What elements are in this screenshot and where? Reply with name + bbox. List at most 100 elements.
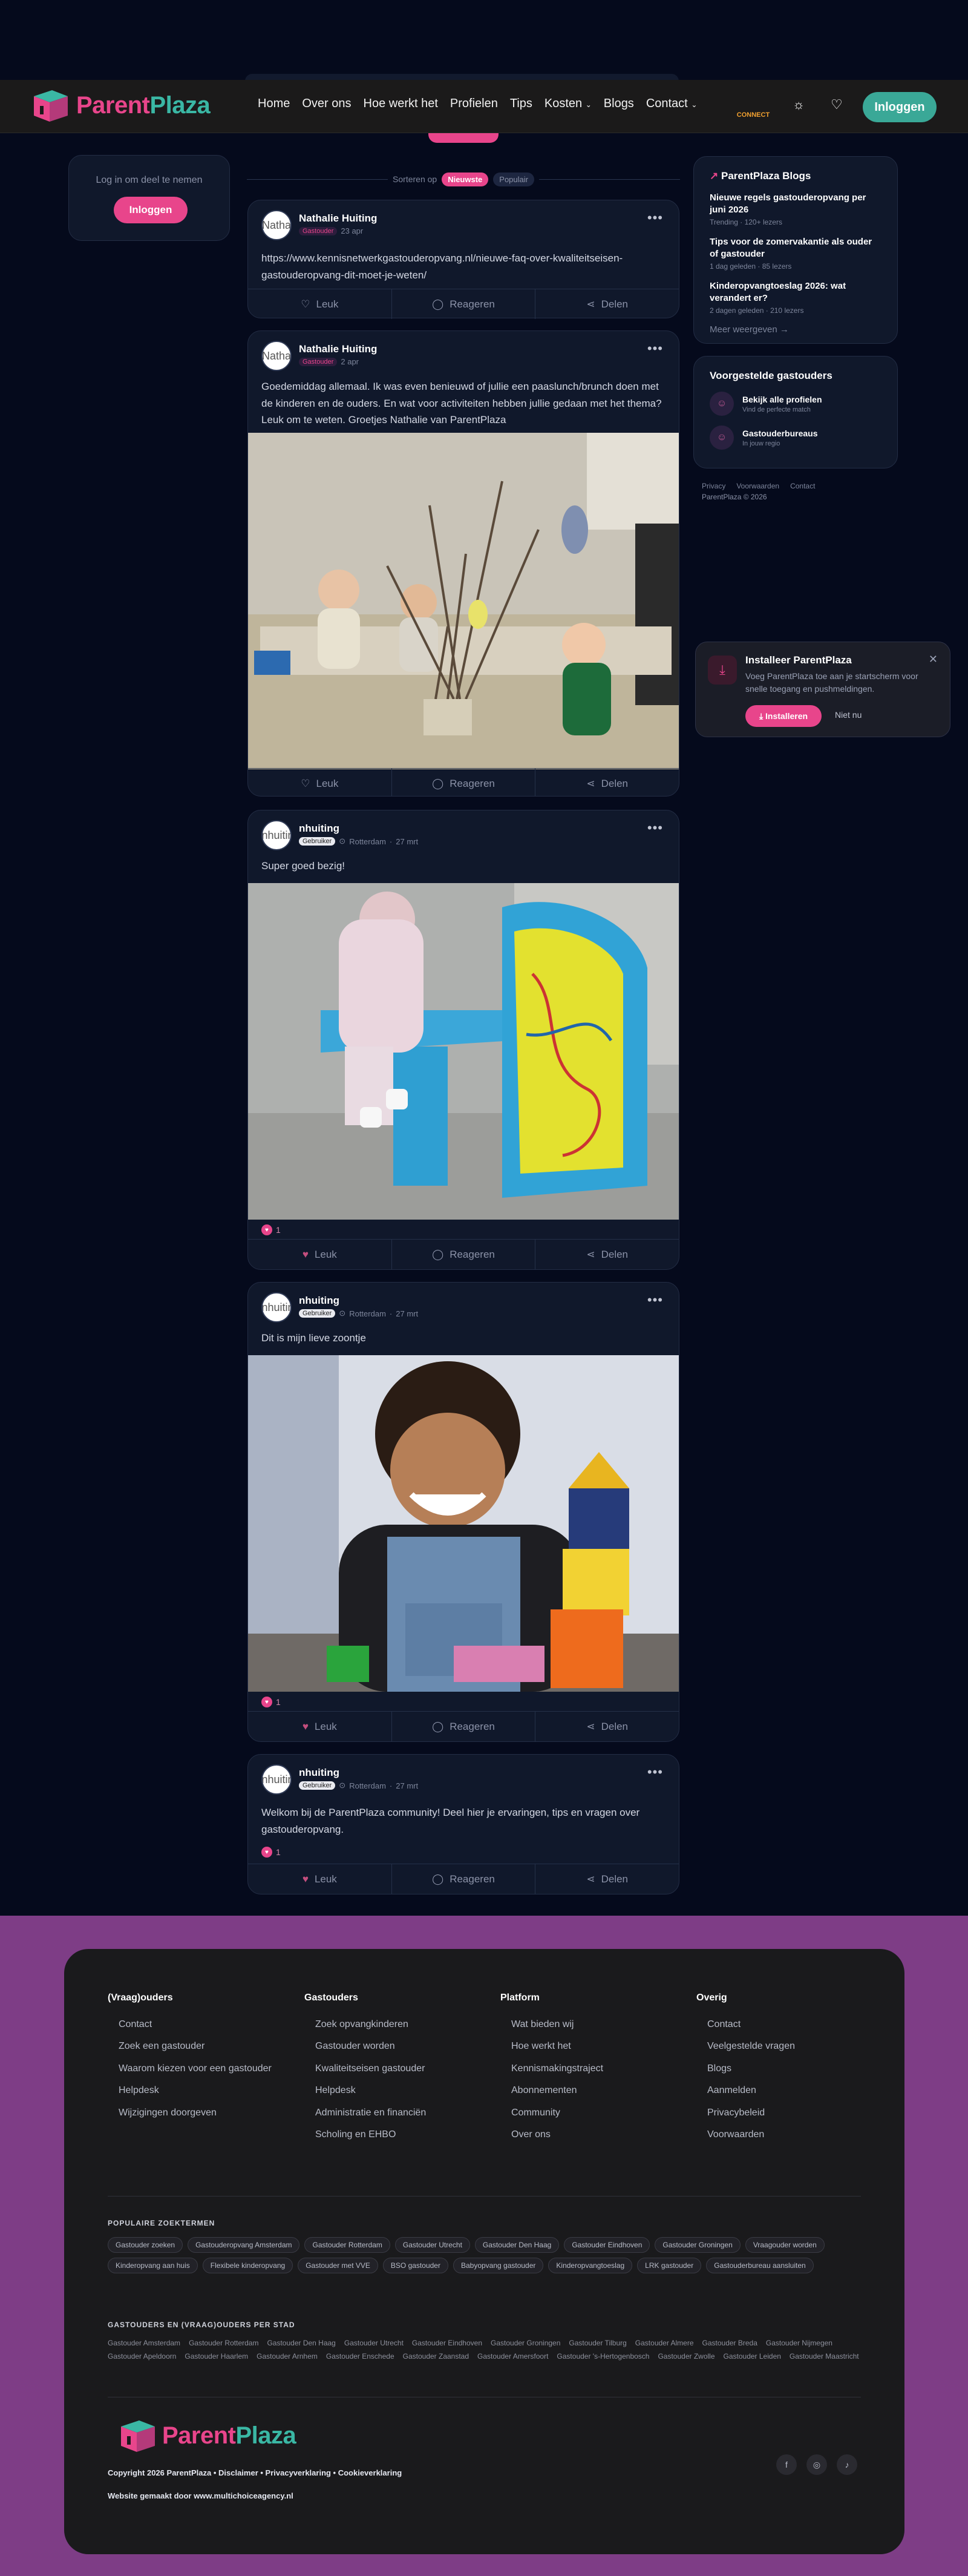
footer-link[interactable]: Scholing en EHBO — [304, 2128, 474, 2141]
nav-over-ons[interactable]: Over ons — [302, 97, 351, 111]
city-link[interactable]: Gastouder Nijmegen — [766, 2339, 832, 2347]
share-button[interactable]: ⋖ Delen — [535, 1712, 679, 1741]
reply-button[interactable]: ◯ Reageren — [392, 1864, 536, 1894]
avatar[interactable]: nhuitir — [261, 820, 292, 850]
search-tag[interactable]: Babyopvang gastouder — [453, 2258, 544, 2273]
search-tag[interactable]: Vraagouder worden — [745, 2237, 825, 2253]
tiktok-icon[interactable]: ♪ — [837, 2454, 857, 2475]
post-author[interactable]: nhuiting — [299, 1767, 418, 1779]
avatar[interactable]: Natha — [261, 341, 292, 371]
like-button[interactable]: ♡ Leuk — [248, 289, 392, 319]
sort-popular[interactable]: Populair — [493, 172, 534, 186]
footer-link[interactable]: Community — [500, 2106, 670, 2120]
logo[interactable]: ParentPlaza — [31, 88, 211, 123]
more-blogs-link[interactable]: Meer weergeven → — [710, 324, 881, 335]
post-photo[interactable] — [248, 433, 679, 769]
search-tag[interactable]: Gastouder met VVE — [298, 2258, 378, 2273]
search-tag[interactable]: Kinderopvangtoeslag — [548, 2258, 633, 2273]
footer-link[interactable]: Contact — [696, 2018, 866, 2031]
post-text[interactable]: Goedemiddag allemaal. Ik was even benieu… — [261, 378, 666, 429]
footer-link[interactable]: Voorwaarden — [696, 2128, 866, 2141]
search-tag[interactable]: Kinderopvang aan huis — [108, 2258, 198, 2273]
post-author[interactable]: nhuiting — [299, 823, 418, 835]
footer-link[interactable]: Wijzigingen doorgeven — [108, 2106, 277, 2120]
avatar[interactable]: nhuitir — [261, 1764, 292, 1795]
post-author[interactable]: Nathalie Huiting — [299, 343, 377, 355]
blog-item[interactable]: Tips voor de zomervakantie als ouder of … — [710, 236, 881, 271]
reply-button[interactable]: ◯ Reageren — [392, 289, 536, 319]
sun-icon[interactable]: ☼ — [793, 97, 805, 113]
city-link[interactable]: Gastouder Haarlem — [185, 2352, 248, 2361]
post-photo[interactable] — [248, 1355, 679, 1692]
post-text[interactable]: Dit is mijn lieve zoontje — [261, 1330, 666, 1347]
footer-madeby[interactable]: Website gemaakt door www.multichoiceagen… — [108, 2491, 293, 2500]
footer-link[interactable]: Blogs — [696, 2062, 866, 2075]
footer-link[interactable]: Kennismakingstraject — [500, 2062, 670, 2075]
footer-link[interactable]: Wat bieden wij — [500, 2018, 670, 2031]
city-link[interactable]: Gastouder Apeldoorn — [108, 2352, 176, 2361]
city-link[interactable]: Gastouder Tilburg — [569, 2339, 626, 2347]
city-link[interactable]: Gastouder Maastricht — [790, 2352, 859, 2361]
city-link[interactable]: Gastouder Leiden — [724, 2352, 781, 2361]
nav-kosten[interactable]: Kosten ⌄ — [544, 97, 592, 111]
footer-link[interactable]: Hoe werkt het — [500, 2040, 670, 2053]
reply-button[interactable]: ◯ Reageren — [392, 1240, 536, 1269]
footer-link[interactable]: Waarom kiezen voor een gastouder — [108, 2062, 277, 2075]
city-link[interactable]: Gastouder Den Haag — [267, 2339, 335, 2347]
blog-item[interactable]: Nieuwe regels gastouderopvang per juni 2… — [710, 192, 881, 226]
search-tag[interactable]: Gastouder Utrecht — [394, 2237, 470, 2253]
login-prompt-button[interactable]: Inloggen — [114, 197, 188, 223]
nav-hoe-werkt-het[interactable]: Hoe werkt het — [364, 97, 438, 111]
city-link[interactable]: Gastouder Zaanstad — [403, 2352, 469, 2361]
like-button[interactable]: ♥ Leuk — [248, 1240, 392, 1269]
like-button[interactable]: ♥ Leuk — [248, 1864, 392, 1894]
footer-link[interactable]: Helpdesk — [304, 2084, 474, 2097]
footer-link[interactable]: Abonnementen — [500, 2084, 670, 2097]
footer-link[interactable]: Administratie en financiën — [304, 2106, 474, 2120]
search-tag[interactable]: Gastouderbureau aansluiten — [706, 2258, 814, 2273]
footer-link[interactable]: Zoek een gastouder — [108, 2040, 277, 2053]
city-link[interactable]: Gastouder Amersfoort — [477, 2352, 548, 2361]
footer-link[interactable]: Aanmelden — [696, 2084, 866, 2097]
sort-newest[interactable]: Nieuwste — [442, 172, 489, 186]
footer-link[interactable]: Helpdesk — [108, 2084, 277, 2097]
footer-link[interactable]: Zoek opvangkinderen — [304, 2018, 474, 2031]
share-button[interactable]: ⋖ Delen — [535, 769, 679, 796]
footer-copyright[interactable]: Copyright 2026 ParentPlaza • Disclaimer … — [108, 2468, 402, 2477]
city-link[interactable]: Gastouder 's-Hertogenbosch — [557, 2352, 649, 2361]
avatar[interactable]: Natha — [261, 210, 292, 240]
facebook-icon[interactable]: f — [776, 2454, 797, 2475]
city-link[interactable]: Gastouder Arnhem — [257, 2352, 318, 2361]
like-button[interactable]: ♡ Leuk — [248, 769, 392, 796]
footer-link[interactable]: Gastouder worden — [304, 2040, 474, 2053]
more-options-icon[interactable]: ••• — [647, 210, 663, 226]
search-tag[interactable]: Gastouderopvang Amsterdam — [188, 2237, 300, 2253]
city-link[interactable]: Gastouder Breda — [702, 2339, 757, 2347]
connect-logo[interactable]: CONNECT — [735, 97, 771, 119]
footer-logo[interactable]: ParentPlaza — [119, 2418, 296, 2453]
city-link[interactable]: Gastouder Almere — [635, 2339, 694, 2347]
nav-home[interactable]: Home — [258, 97, 290, 111]
nav-profielen[interactable]: Profielen — [450, 97, 498, 111]
search-tag[interactable]: Gastouder Rotterdam — [304, 2237, 390, 2253]
post-author[interactable]: Nathalie Huiting — [299, 212, 377, 225]
reply-button[interactable]: ◯ Reageren — [392, 769, 536, 796]
footer-link[interactable]: Veelgestelde vragen — [696, 2040, 866, 2053]
search-tag[interactable]: BSO gastouder — [382, 2258, 448, 2273]
more-options-icon[interactable]: ••• — [647, 1292, 663, 1308]
city-link[interactable]: Gastouder Enschede — [326, 2352, 394, 2361]
close-icon[interactable]: ✕ — [929, 653, 938, 666]
footer-link[interactable]: Privacybeleid — [696, 2106, 866, 2120]
more-options-icon[interactable]: ••• — [647, 820, 663, 836]
post-photo[interactable] — [248, 883, 679, 1220]
search-tag[interactable]: Gastouder zoeken — [108, 2237, 183, 2253]
contact-link[interactable]: Contact — [790, 482, 815, 490]
city-link[interactable]: Gastouder Rotterdam — [189, 2339, 258, 2347]
nav-contact[interactable]: Contact ⌄ — [646, 97, 698, 111]
more-options-icon[interactable]: ••• — [647, 1764, 663, 1780]
share-button[interactable]: ⋖ Delen — [535, 289, 679, 319]
privacy-link[interactable]: Privacy — [702, 482, 725, 490]
blog-item[interactable]: Kinderopvangtoeslag 2026: wat verandert … — [710, 280, 881, 315]
search-tag[interactable]: Gastouder Groningen — [655, 2237, 741, 2253]
search-tag[interactable]: Gastouder Den Haag — [474, 2237, 560, 2253]
